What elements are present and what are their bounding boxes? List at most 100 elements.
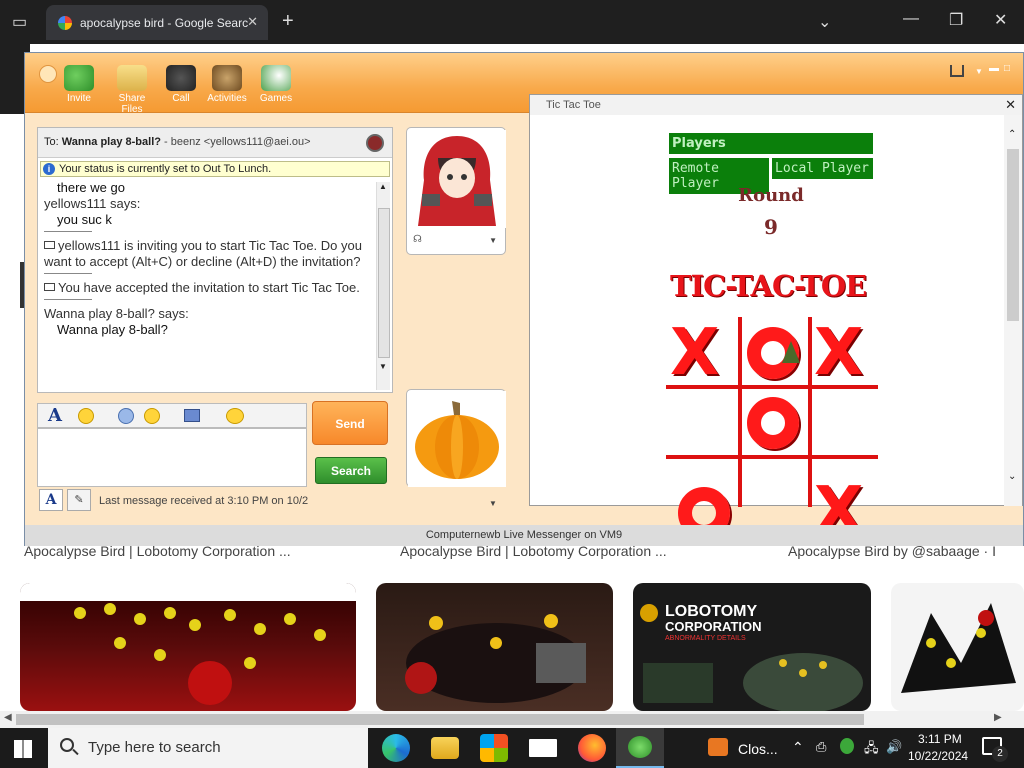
scroll-right-arrow[interactable]: ▶	[994, 712, 1002, 723]
menu-arrow-icon[interactable]: ▼	[975, 67, 983, 76]
players-header: Players	[669, 133, 873, 154]
invite-button[interactable]: Invite	[57, 65, 101, 104]
chevron-down-icon[interactable]: ⌄	[818, 12, 831, 32]
share-files-button[interactable]: Share Files	[107, 65, 157, 115]
mail-icon[interactable]	[529, 739, 557, 757]
message-input[interactable]	[37, 428, 307, 487]
games-label: Games	[259, 93, 293, 104]
to-label: To:	[44, 136, 59, 148]
chat-sender: Wanna play 8-ball? says:	[44, 306, 189, 321]
scroll-left-arrow[interactable]: ◀	[4, 712, 12, 723]
phone-icon	[166, 65, 196, 91]
horizontal-scrollbar[interactable]: ◀ ▶	[0, 711, 1024, 728]
active-app-button[interactable]: Clos...	[700, 728, 780, 768]
messenger-tray-icon[interactable]	[840, 738, 854, 754]
paint-bucket-icon[interactable]	[950, 65, 964, 77]
nudge-icon[interactable]	[226, 408, 244, 424]
my-display-picture[interactable]	[406, 389, 506, 487]
status-icon[interactable]: ☊	[413, 234, 422, 245]
chat-history: there we go yellows111 says: you suc k y…	[44, 180, 374, 390]
messenger-logo-icon[interactable]	[39, 65, 57, 83]
chat-scrollbar[interactable]: ▲ ▼	[376, 182, 390, 390]
format-toolbar: A	[37, 403, 307, 428]
board-cell-x[interactable]: X	[814, 321, 863, 385]
invite-message-text: yellows111 is inviting you to start Tic …	[44, 238, 362, 269]
font-icon[interactable]: A	[48, 405, 62, 426]
minimize-button[interactable]: —	[903, 10, 919, 28]
local-player-label: Local Player	[772, 158, 873, 179]
invite-message: yellows111 is inviting you to start Tic …	[44, 238, 374, 270]
grid-line	[808, 317, 812, 507]
image-captions: Apocalypse Bird | Lobotomy Corporation .…	[0, 543, 1024, 563]
wink-icon[interactable]	[144, 408, 160, 424]
tab-search-icon[interactable]: ▭	[12, 12, 27, 32]
result-thumbnail-4[interactable]	[891, 583, 1024, 711]
edge-icon[interactable]	[382, 734, 410, 762]
board-cell-x[interactable]: X	[670, 321, 719, 385]
activity-scrollbar-thumb[interactable]	[1007, 149, 1019, 321]
result-thumbnail-3[interactable]: LOBOTOMY CORPORATION ABNORMALITY DETAILS	[633, 583, 871, 711]
search-button[interactable]: Search	[315, 457, 387, 484]
chevron-up-icon[interactable]: ⌃	[792, 739, 804, 756]
activity-scrollbar[interactable]: ⌃ ⌄	[1004, 115, 1022, 506]
messenger-footer: Computernewb Live Messenger on VM9	[25, 525, 1023, 546]
to-header: To: Wanna play 8-ball? - beenz <yellows1…	[38, 128, 392, 158]
result-thumbnail-2[interactable]	[376, 583, 613, 711]
voice-clip-icon[interactable]	[118, 408, 134, 424]
device-icon[interactable]: ⎙	[816, 739, 826, 755]
compose-footer: A ✎ Last message received at 3:10 PM on …	[37, 487, 393, 513]
browser-tab[interactable]: apocalypse bird - Google Searc ✕	[46, 5, 268, 40]
result-thumbnail-1[interactable]	[20, 583, 356, 711]
call-button[interactable]: Call	[159, 65, 203, 104]
board-cell-o[interactable]	[747, 397, 799, 449]
chat-scrollbar-thumb[interactable]	[378, 208, 390, 358]
activities-button[interactable]: Activities	[205, 65, 249, 104]
status-notice: i Your status is currently set to Out To…	[40, 161, 390, 177]
chevron-down-icon[interactable]: ▼	[489, 236, 497, 245]
round-label: Round	[738, 185, 804, 206]
taskbar-search[interactable]: Type here to search	[48, 728, 368, 768]
cursor-pointer-icon	[782, 341, 800, 363]
clock-time[interactable]: 3:11 PM	[918, 732, 962, 746]
volume-icon[interactable]: 🔊	[886, 739, 902, 755]
scroll-up-arrow[interactable]: ⌃	[1008, 129, 1016, 140]
close-activity-button[interactable]: ✕	[1005, 97, 1016, 113]
store-icon[interactable]	[480, 734, 508, 762]
block-contact-icon[interactable]	[366, 134, 384, 152]
clock-date[interactable]: 10/22/2024	[908, 749, 968, 763]
taskbar: Type here to search Clos... ⌃ ⎙ 🖧 🔊 3:11…	[0, 728, 1024, 768]
share-files-label: Share Files	[118, 93, 146, 115]
restore-icon[interactable]: □	[1004, 63, 1010, 74]
tab-title: apocalypse bird - Google Searc	[80, 15, 249, 30]
scroll-down-arrow[interactable]: ▼	[379, 362, 387, 371]
emoticon-icon[interactable]	[78, 408, 94, 424]
file-explorer-icon[interactable]	[431, 737, 459, 759]
send-button[interactable]: Send	[312, 401, 388, 445]
grid-line	[738, 317, 742, 507]
chat-line: Wanna play 8-ball?	[57, 322, 168, 337]
scroll-down-arrow[interactable]: ⌄	[1008, 471, 1016, 482]
handwriting-icon[interactable]: ✎	[67, 489, 91, 511]
minimize-icon[interactable]: ▬	[989, 63, 999, 74]
messenger-taskbar-button[interactable]	[616, 728, 664, 768]
chat-sender: yellows111 says:	[44, 196, 141, 211]
network-icon[interactable]: 🖧	[864, 739, 879, 761]
tab-close-button[interactable]: ✕	[247, 14, 258, 30]
scroll-up-arrow[interactable]: ▲	[379, 182, 387, 191]
games-button[interactable]: Games	[254, 65, 298, 104]
divider	[44, 231, 92, 232]
contact-name[interactable]: Wanna play 8-ball?	[62, 136, 161, 148]
maximize-button[interactable]: ❐	[949, 10, 963, 30]
new-tab-button[interactable]: +	[282, 10, 294, 33]
last-message-text: Last message received at 3:10 PM on 10/2	[99, 495, 309, 507]
contact-display-picture[interactable]: ☊ ▼	[406, 127, 506, 255]
firefox-icon[interactable]	[578, 734, 606, 762]
font-tab-icon[interactable]: A	[39, 489, 63, 511]
close-window-button[interactable]: ✕	[994, 10, 1007, 30]
background-icon[interactable]	[184, 409, 200, 422]
scrollbar-thumb[interactable]	[16, 714, 864, 725]
tictactoe-title: Tic Tac Toe	[530, 95, 1022, 115]
divider	[44, 273, 92, 274]
divider	[44, 299, 92, 300]
windows-start-icon[interactable]	[14, 740, 32, 758]
